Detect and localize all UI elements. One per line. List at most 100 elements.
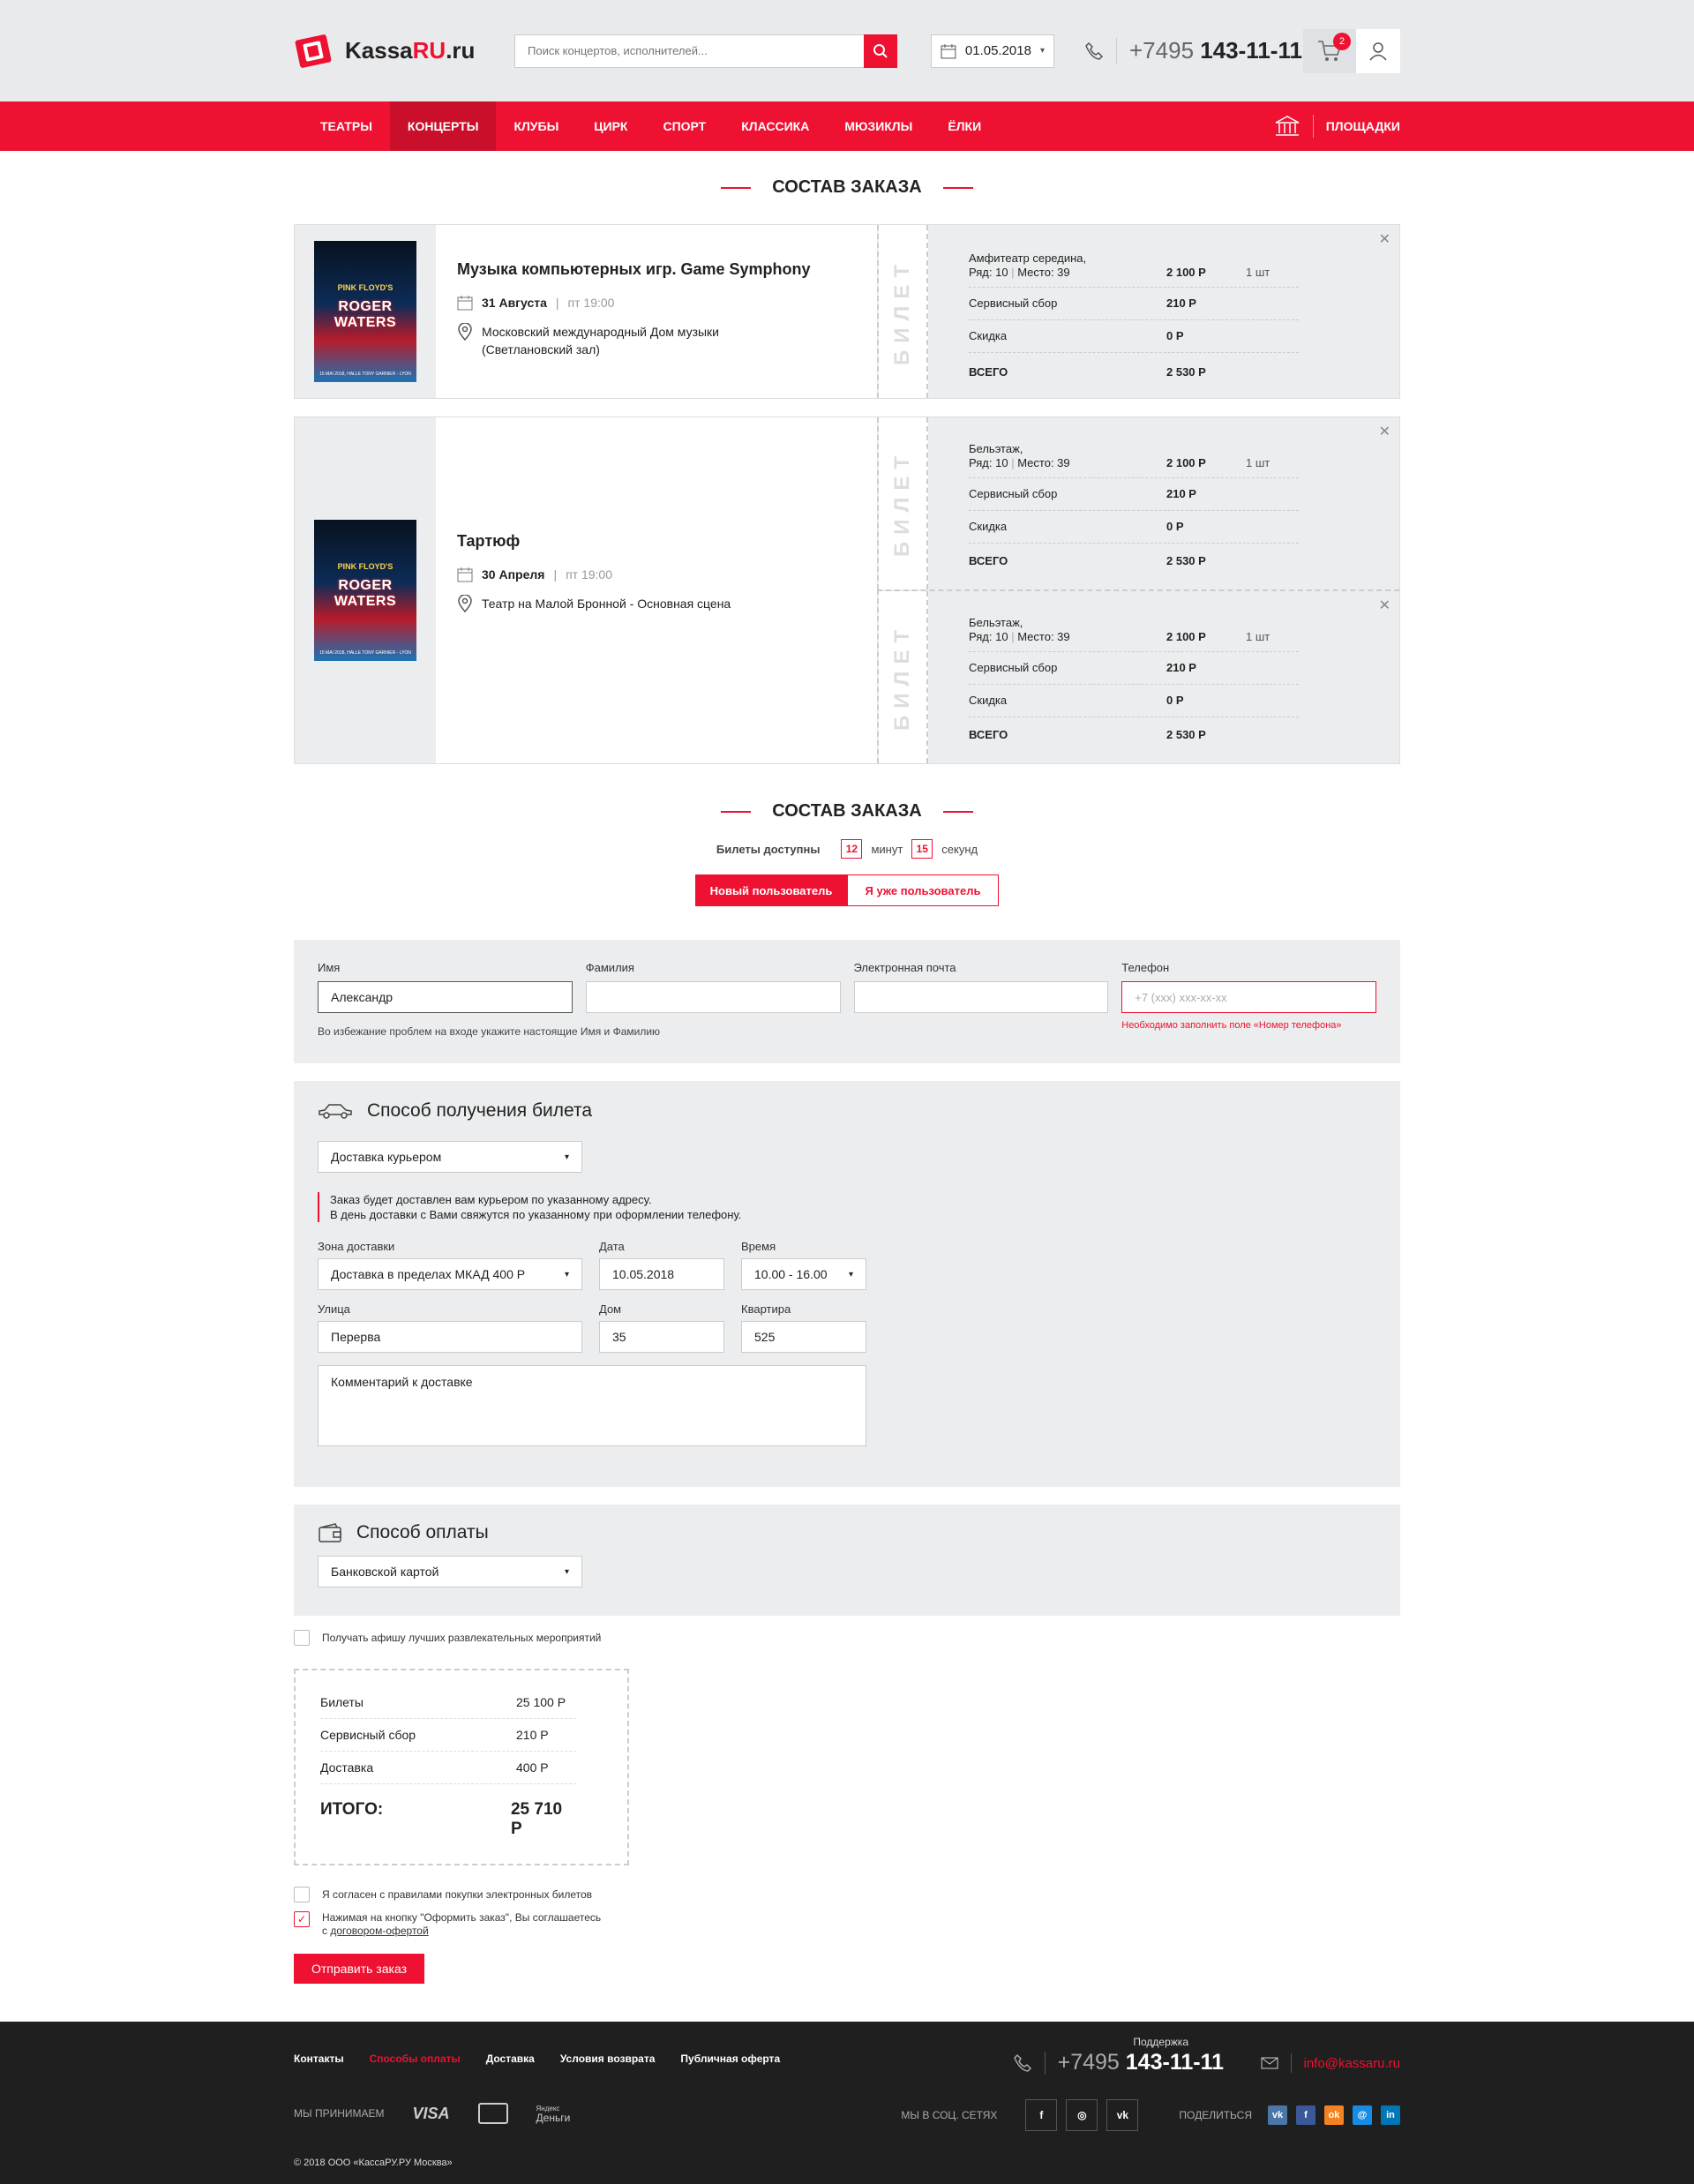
tickets-list: БИЛЕТ Бельэтаж, Ряд: 10 | Место: 39 2 100 … [877,417,1399,763]
event-poster[interactable]: PINK FLOYD'S ROGER WATERS 15 MAI 2018, H… [295,225,436,398]
timer-minutes: 12 [841,839,863,859]
surname-input[interactable] [585,981,841,1013]
reservation-timer: Билеты доступны 12 минут 15 секунд [294,839,1400,859]
header-phone[interactable]: +7495 143-11-11 [1084,37,1302,64]
footer-link-offer[interactable]: Публичная оферта [680,2053,780,2065]
ticket-stub-label: БИЛЕТ [890,623,914,732]
logo[interactable]: KassaRU.ru [294,32,514,71]
phone-error-message: Необходимо заполнить поле «Номер телефон… [1121,1020,1342,1031]
remove-ticket-close-icon[interactable]: ✕ [1379,597,1390,614]
top-bar: KassaRU.ru 01.05.2018 ▾ +7495 143-11-11 … [0,0,1694,101]
poster-title: ROGER WATERS [334,578,397,609]
delivery-zone-select[interactable]: Доставка в пределах МКАД 400 Р ▾ [318,1258,582,1290]
tab-new-user[interactable]: Новый пользователь [695,874,847,906]
payment-method-select[interactable]: Банковской картой ▾ [318,1556,582,1587]
newsletter-checkbox[interactable] [294,1630,310,1646]
share-facebook-icon[interactable]: f [1296,2105,1315,2125]
delivery-date-input[interactable]: 10.05.2018 [599,1258,724,1290]
flat-input[interactable]: 525 [741,1321,866,1353]
cart-button[interactable]: 2 [1303,28,1356,73]
search-button[interactable] [864,34,897,68]
footer-link-contacts[interactable]: Контакты [294,2053,344,2065]
footer-email[interactable]: info@kassaru.ru [1261,2053,1400,2073]
share-odnoklassniki-icon[interactable]: ok [1324,2105,1344,2125]
agree-rules-checkbox[interactable] [294,1887,310,1903]
submit-order-button[interactable]: Отправить заказ [294,1954,424,1984]
vk-icon[interactable]: vk [1106,2099,1139,2131]
instagram-icon[interactable]: ◎ [1066,2099,1098,2131]
house-input[interactable]: 35 [599,1321,724,1353]
offer-link[interactable]: договором-офертой [330,1925,428,1937]
delivery-form: Способ получения билета Доставка курьеро… [294,1081,1400,1487]
footer-phone[interactable]: Поддержка +7495 143-11-11 [1013,2036,1224,2075]
user-type-tabs: Новый пользователь Я уже пользователь [294,874,1400,906]
share-mailru-icon[interactable]: @ [1353,2105,1372,2125]
event-title[interactable]: Музыка компьютерных игр. Game Symphony [457,260,856,279]
search-input[interactable] [514,34,864,68]
event-date: 31 Августа | пт 19:00 [457,295,856,311]
remove-ticket-close-icon[interactable]: ✕ [1379,423,1390,440]
user-icon [1369,41,1387,60]
facebook-icon[interactable]: f [1025,2099,1058,2131]
event-info: Тартюф 30 Апреля | пт 19:00 Театр на Мал… [436,417,877,763]
checkout-title-text: СОСТАВ ЗАКАЗА [772,801,922,821]
phone-icon [1085,41,1104,60]
ticket-stub: БИЛЕТ [879,225,928,398]
newsletter-checkbox-row: Получать афишу лучших развлекательных ме… [294,1630,1400,1646]
ticket-price: 2 100 Р [1166,266,1206,279]
delivery-time-select[interactable]: 10.00 - 16.00 ▾ [741,1258,866,1290]
mastercard-icon [477,2103,508,2124]
nav-sport[interactable]: СПОРТ [645,101,723,151]
phone-input[interactable]: +7 (xxx) xxx-xx-xx [1121,981,1376,1013]
seat-row: Ряд: 10 [969,456,1008,469]
social-links: МЫ В СОЦ. СЕТЯХ f ◎ vk ПОДЕЛИТЬСЯ vk f o… [901,2099,1400,2131]
nav-classic[interactable]: КЛАССИКА [723,101,827,151]
mail-icon [1261,2057,1278,2069]
delivery-title: Способ получения билета [367,1100,593,1121]
date-picker[interactable]: 01.05.2018 ▾ [931,34,1054,68]
ticket: БИЛЕТ Бельэтаж, Ряд: 10 | Место: 39 2 100 … [877,417,1399,589]
main-nav: ТЕАТРЫ КОНЦЕРТЫ КЛУБЫ ЦИРК СПОРТ КЛАССИК… [0,101,1694,151]
nav-venues[interactable]: ПЛОЩАДКИ [1274,115,1400,138]
remove-ticket-close-icon[interactable]: ✕ [1379,230,1390,248]
phone-label: Телефон [1121,961,1170,974]
agree-offer-checkbox[interactable]: ✓ [294,1911,310,1927]
chevron-down-icon: ▾ [564,1269,569,1280]
divider [1044,2051,1046,2075]
nav-new-year-trees[interactable]: ЁЛКИ [930,101,999,151]
footer: Контакты Способы оплаты Доставка Условия… [0,2022,1694,2184]
service-fee-label: Сервисный сбор [969,661,1058,674]
share-vk-icon[interactable]: vk [1268,2105,1287,2125]
nav-clubs[interactable]: КЛУБЫ [496,101,576,151]
copyright: © 2018 ООО «КассаРУ.РУ Москва» [294,2158,453,2168]
ticket-stub-label: БИЛЕТ [890,257,914,365]
email-input[interactable] [853,981,1109,1013]
service-fee: 210 Р [1166,661,1196,674]
user-account-button[interactable] [1356,28,1400,73]
footer-link-returns[interactable]: Условия возврата [560,2053,656,2065]
wallet-icon [319,1523,341,1542]
name-input[interactable]: Александр [318,981,573,1013]
nav-circus[interactable]: ЦИРК [576,101,645,151]
divider [1116,37,1117,64]
discount: 0 Р [1166,694,1184,707]
share-linkedin-icon[interactable]: in [1381,2105,1400,2125]
delivery-comment-textarea[interactable]: Комментарий к доставке [318,1365,866,1446]
divider [1290,2053,1292,2073]
event-title[interactable]: Тартюф [457,532,856,551]
footer-link-delivery[interactable]: Доставка [486,2053,535,2065]
discount-label: Скидка [969,520,1008,533]
footer-link-payment[interactable]: Способы оплаты [370,2053,461,2065]
summary-total-label: ИТОГО: [320,1800,384,1819]
event-poster[interactable]: PINK FLOYD'S ROGER WATERS 15 MAI 2018, H… [295,417,436,763]
ticket-qty: 1 шт [1246,266,1270,279]
delivery-note: Заказ будет доставлен вам курьером по ук… [318,1192,1376,1222]
tab-existing-user[interactable]: Я уже пользователь [847,874,999,906]
nav-musicals[interactable]: МЮЗИКЛЫ [827,101,930,151]
delivery-method-select[interactable]: Доставка курьером ▾ [318,1141,582,1173]
tickets-list: БИЛЕТ Амфитеатр середина, Ряд: 10 | Место… [877,225,1399,398]
street-input[interactable]: Перерва [318,1321,582,1353]
nav-concerts[interactable]: КОНЦЕРТЫ [389,101,497,151]
nav-theatres[interactable]: ТЕАТРЫ [294,101,390,151]
email-label: Электронная почта [853,961,956,974]
